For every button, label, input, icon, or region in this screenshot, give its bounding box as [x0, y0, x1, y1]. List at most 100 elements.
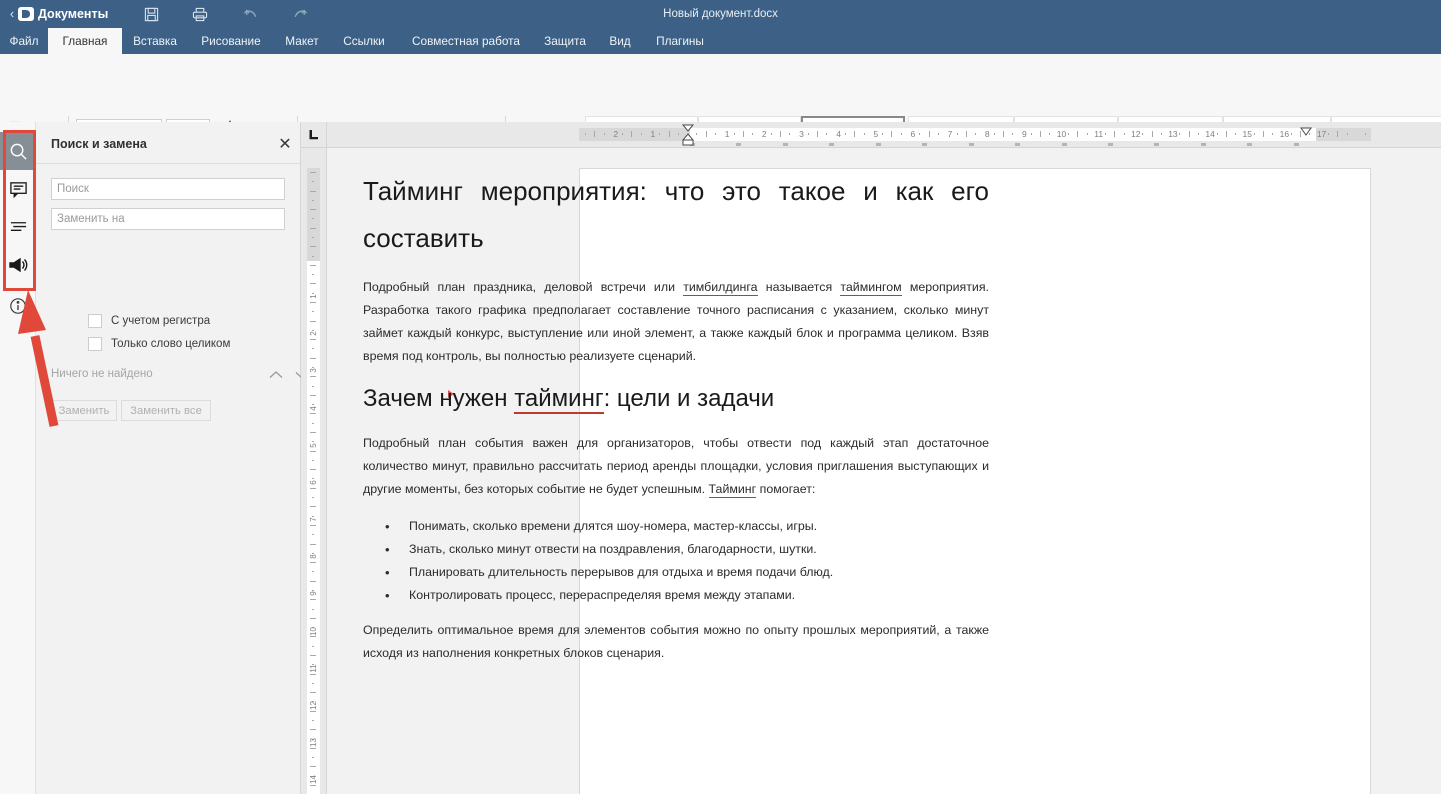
replace-all-button[interactable]: Заменить все	[121, 400, 211, 421]
search-replace-panel: Поиск и замена ✕ Ничего не найдено Замен…	[36, 122, 309, 794]
vruler-tick	[312, 720, 314, 721]
ruler-tick	[659, 133, 660, 135]
left-icon-rail	[0, 122, 36, 794]
document-body[interactable]: Тайминг мероприятия: что это такое и как…	[363, 168, 989, 679]
redo-icon[interactable]	[288, 4, 310, 24]
link-timbildinga[interactable]: тимбилдинга	[683, 280, 758, 296]
ruler-tick	[715, 133, 716, 135]
search-input[interactable]	[51, 178, 285, 200]
vruler-tick	[310, 432, 316, 433]
sidebar-item-search[interactable]	[0, 132, 36, 170]
ruler-tick	[957, 133, 958, 135]
vruler-label: 11	[309, 663, 318, 673]
replace-input[interactable]	[51, 208, 285, 230]
vruler-tick	[310, 283, 316, 284]
ruler-label: 1	[724, 129, 730, 139]
chevron-up-icon[interactable]	[265, 365, 287, 385]
tab-fajl[interactable]: Файл	[0, 28, 48, 54]
vertical-ruler[interactable]: 1 2 3 4 5 6 7 8 9 10 11 12 13 14	[301, 148, 327, 794]
vruler-tick	[310, 321, 316, 322]
vruler-tick	[312, 609, 314, 610]
tab-vstavka[interactable]: Вставка	[122, 28, 188, 54]
ruler-label: 6	[910, 129, 916, 139]
vruler-tick	[312, 181, 314, 182]
ruler-tick	[752, 133, 753, 135]
ruler-left-margin	[579, 128, 690, 141]
tab-stop-left-icon[interactable]	[301, 122, 327, 148]
right-indent-marker[interactable]	[1299, 125, 1313, 137]
ruler-tick	[1272, 133, 1273, 135]
paragraph1-text-a: Подробный план праздника, деловой встреч…	[363, 280, 684, 294]
panel-title: Поиск и замена	[51, 137, 147, 151]
ruler-tick	[696, 133, 697, 135]
whole-word-checkbox[interactable]	[88, 337, 102, 351]
ribbon-toolbar: Liberation San ▼ 20 ▼ A˄ A˅ Aa ▼ Ж K Ч Т…	[0, 54, 1441, 168]
match-case-checkbox[interactable]	[88, 314, 102, 328]
sidebar-item-headings[interactable]	[0, 208, 36, 246]
tab-glavnaya[interactable]: Главная	[48, 28, 122, 54]
vruler-tick	[312, 386, 314, 387]
vruler-tick	[310, 544, 316, 545]
vruler-tick	[312, 311, 314, 312]
ruler-tab-stop	[1201, 143, 1206, 146]
ruler-label: 3	[799, 129, 804, 139]
sidebar-item-comments[interactable]	[0, 170, 36, 208]
vruler-tick	[310, 506, 316, 507]
paragraph2-text-b: помогает:	[756, 482, 816, 496]
ruler-tick	[1235, 133, 1236, 135]
save-icon[interactable]	[140, 4, 162, 24]
document-heading-1: Тайминг мероприятия: что это такое и как…	[363, 176, 989, 253]
ruler-tab-stop	[1154, 143, 1159, 146]
undo-icon[interactable]	[240, 4, 262, 24]
whole-word-label: Только слово целиком	[111, 338, 231, 350]
ruler-tick	[706, 131, 707, 137]
tab-ssylki[interactable]: Ссылки	[330, 28, 398, 54]
tab-zashchita[interactable]: Защита	[534, 28, 596, 54]
ruler-tick	[1226, 131, 1227, 137]
tab-plaginy[interactable]: Плагины	[644, 28, 716, 54]
ruler-tick	[1328, 133, 1329, 135]
replace-button[interactable]: Заменить	[51, 400, 117, 421]
first-line-indent-marker[interactable]	[681, 124, 695, 146]
sidebar-item-about[interactable]	[0, 287, 36, 325]
vruler-tick	[312, 348, 314, 349]
vruler-tick	[310, 172, 316, 173]
paragraph2-text-a: Подробный план события важен для организ…	[363, 436, 989, 496]
ruler-tick	[808, 133, 809, 135]
close-icon[interactable]: ✕	[274, 134, 296, 156]
heading2-text-b: : цели и задачи	[603, 385, 775, 412]
ruler-label: 4	[836, 129, 841, 139]
tab-risovanie[interactable]: Рисование	[188, 28, 274, 54]
tab-vid[interactable]: Вид	[596, 28, 644, 54]
vruler-label: 8	[309, 554, 318, 559]
ruler-tick	[604, 133, 605, 135]
horizontal-ruler[interactable]: 1 2 1 2 3 4 5 6 7 8 9 10 11 12 13 14 15 16 17	[327, 122, 1441, 148]
vruler-tick	[310, 265, 316, 266]
tab-maket[interactable]: Макет	[274, 28, 330, 54]
ruler-tick	[1365, 133, 1366, 135]
link-tajmingom[interactable]: таймингом	[840, 280, 902, 296]
ruler-tick	[622, 133, 623, 135]
ruler-tab-stop	[783, 143, 788, 146]
ruler-tick	[994, 133, 995, 135]
print-icon[interactable]	[189, 4, 211, 24]
ruler-tick	[771, 133, 772, 135]
ruler-label: 15	[1242, 129, 1252, 139]
tab-sovmestnaya-rabota[interactable]: Совместная работа	[398, 28, 534, 54]
ruler-tick	[780, 131, 781, 137]
ruler-label: 17	[1316, 129, 1327, 139]
list-item: Контролировать процесс, перераспределяя …	[385, 584, 989, 607]
ruler-tab-stop	[969, 143, 974, 146]
vruler-tick	[310, 395, 316, 396]
vruler-tick	[312, 218, 314, 219]
ruler-tick	[1114, 131, 1115, 137]
ruler-tick	[1031, 133, 1032, 135]
ruler-label: 1	[650, 129, 656, 139]
documents-logo-icon	[17, 5, 35, 23]
ruler-tab-stop	[1015, 143, 1020, 146]
document-heading-2: Зачем нужен тайминг: цели и задачи	[363, 382, 989, 416]
link-tajming-para[interactable]: Тайминг	[708, 482, 757, 498]
sidebar-item-feedback[interactable]	[0, 246, 36, 284]
ruler-tick	[817, 131, 818, 137]
link-tajming-heading[interactable]: тайминг	[514, 385, 604, 414]
